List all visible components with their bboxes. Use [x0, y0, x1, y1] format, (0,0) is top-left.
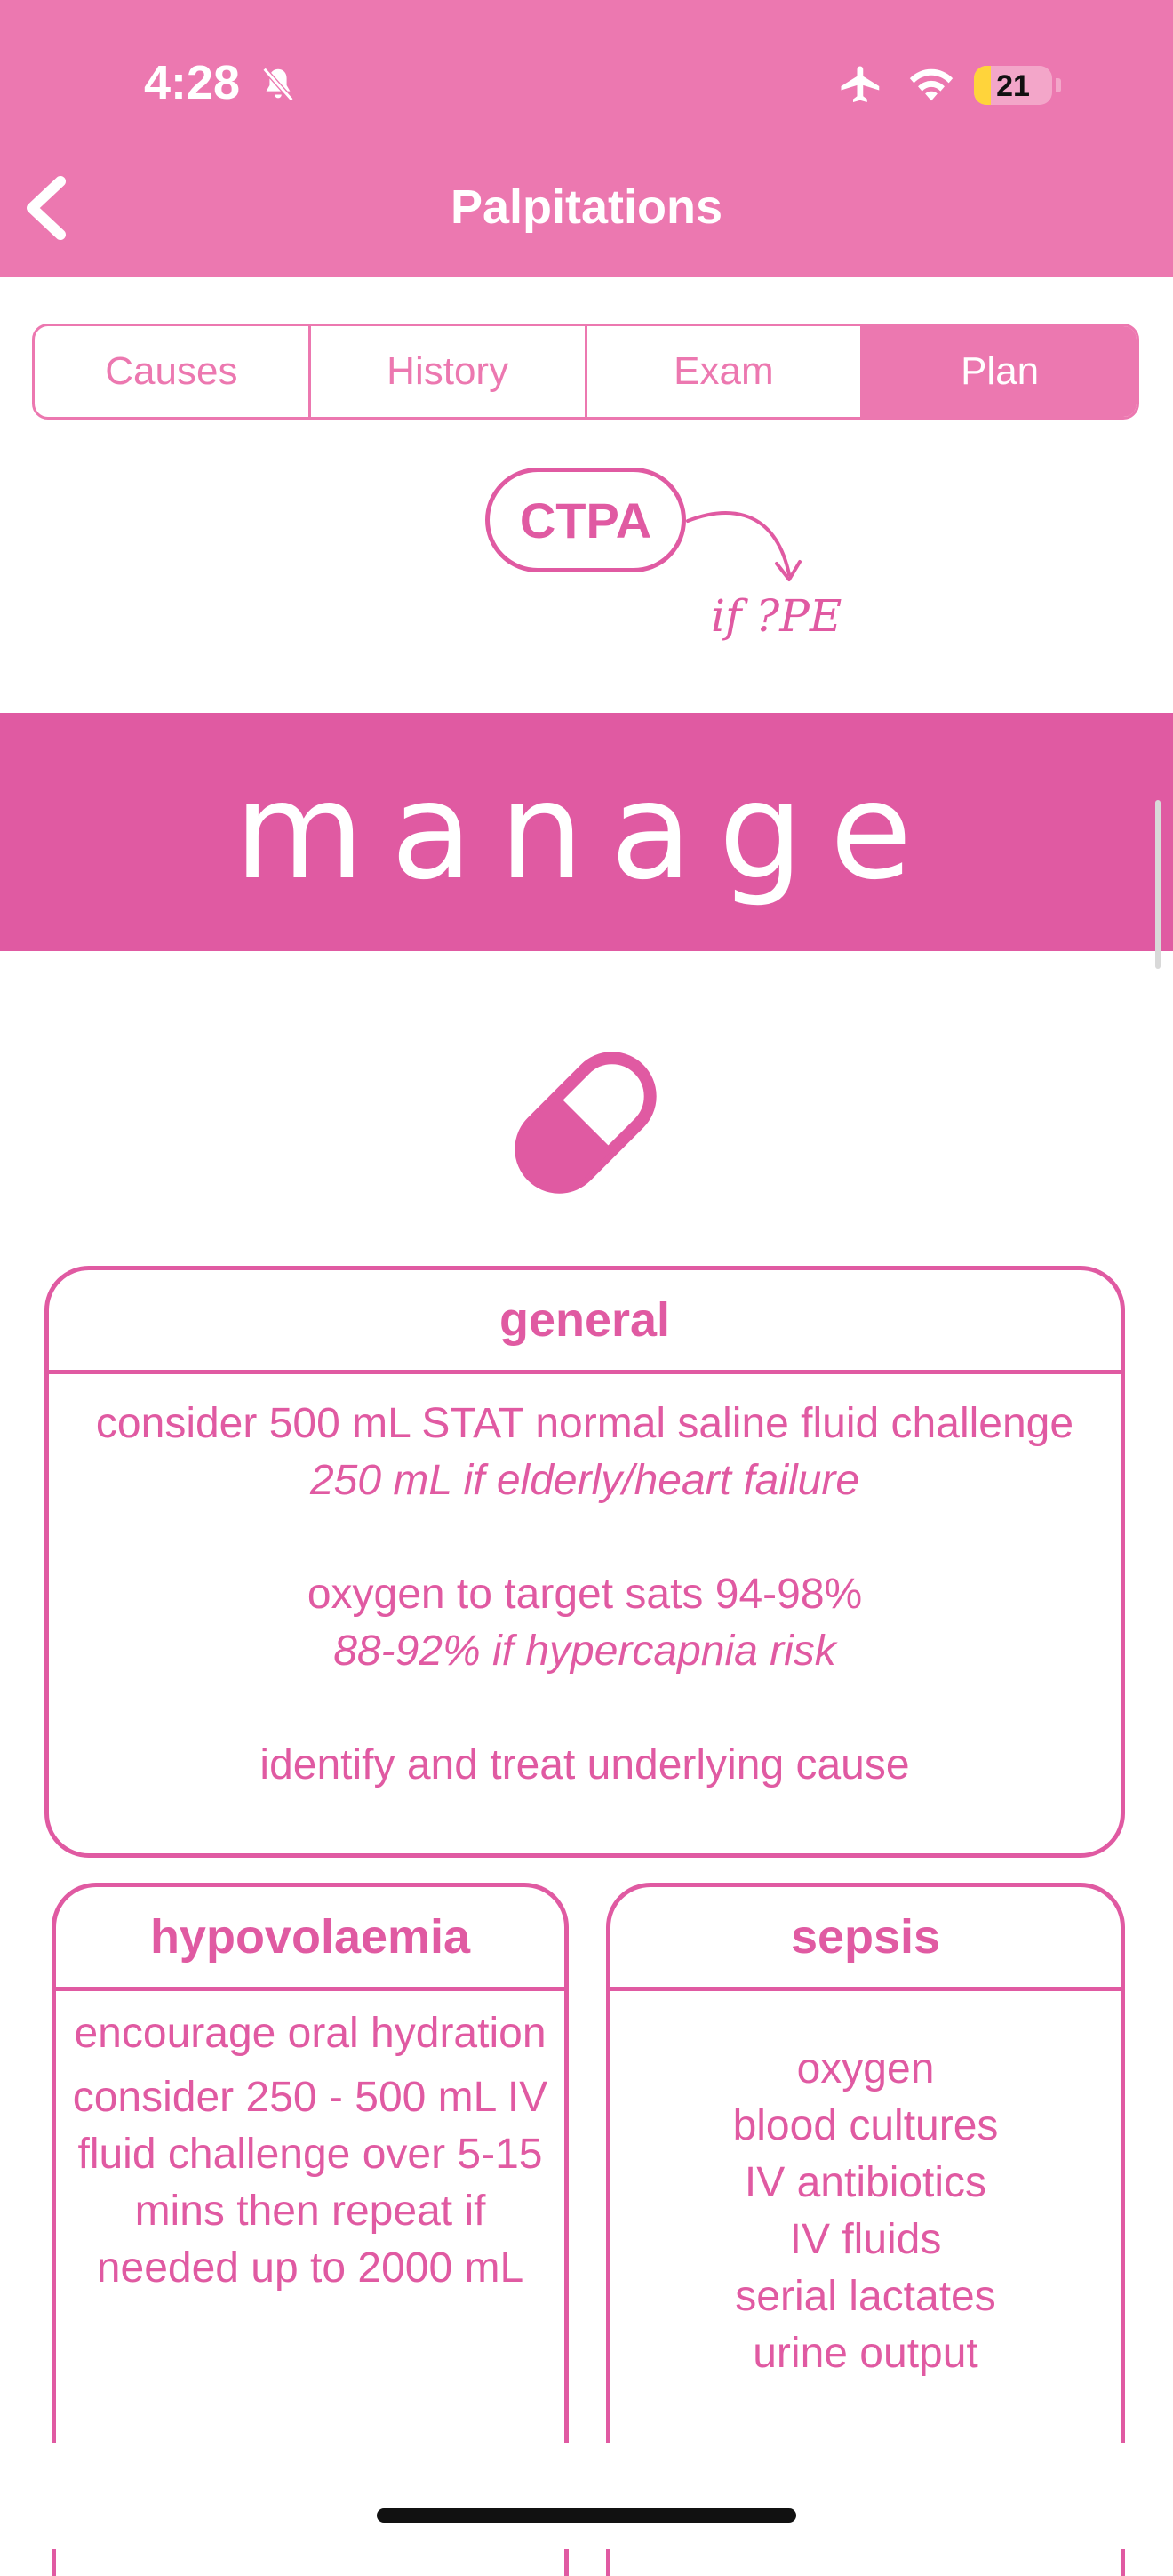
- general-body: consider 500 mL STAT normal saline fluid…: [49, 1374, 1121, 1794]
- tab-causes[interactable]: Causes: [35, 326, 311, 417]
- hypovolaemia-text-1: encourage oral hydration: [74, 2010, 547, 2057]
- sepsis-item: urine output: [753, 2330, 978, 2377]
- ctpa-pill: CTPA: [485, 468, 686, 572]
- battery-percentage: 21: [996, 69, 1030, 103]
- banner-title: manage: [234, 755, 939, 909]
- general-line-2-note: 88-92% if hypercapnia risk: [333, 1628, 836, 1675]
- nav-header: 4:28 21 Palpitations: [0, 0, 1173, 277]
- hypovolaemia-title: hypovolaemia: [56, 1887, 564, 1991]
- tab-exam[interactable]: Exam: [587, 326, 864, 417]
- scrollbar[interactable]: [1155, 800, 1161, 969]
- hypovolaemia-body: encourage oral hydration consider 250 - …: [56, 1991, 564, 2297]
- hypovolaemia-text-2: consider 250 - 500 mL IV fluid challenge…: [72, 2074, 548, 2292]
- ctpa-annotation: if ?PE: [711, 590, 842, 642]
- sepsis-title: sepsis: [610, 1887, 1121, 1991]
- general-line-3: identify and treat underlying cause: [259, 1741, 910, 1788]
- sepsis-item: IV fluids: [789, 2216, 942, 2263]
- home-indicator[interactable]: [377, 2508, 796, 2523]
- battery-icon: 21: [974, 66, 1052, 105]
- sepsis-item: oxygen: [796, 2045, 935, 2092]
- tab-plan[interactable]: Plan: [863, 326, 1137, 417]
- segmented-tabs: Causes History Exam Plan: [32, 324, 1139, 420]
- bottom-area: [0, 2443, 1173, 2549]
- sepsis-item: serial lactates: [735, 2273, 996, 2320]
- page-title: Palpitations: [450, 180, 723, 234]
- sepsis-item: IV antibiotics: [744, 2159, 987, 2206]
- sepsis-item: blood cultures: [732, 2102, 999, 2149]
- bell-slash-icon: [262, 67, 294, 102]
- wifi-icon: [909, 68, 954, 101]
- general-line-2: oxygen to target sats 94-98%: [307, 1571, 863, 1618]
- capsule-icon: [515, 1052, 657, 1194]
- tab-history[interactable]: History: [311, 326, 587, 417]
- status-time: 4:28: [144, 56, 241, 109]
- general-title: general: [49, 1270, 1121, 1374]
- curved-arrow-icon: [686, 511, 802, 581]
- section-banner: manage: [0, 713, 1173, 951]
- battery-nub: [1056, 78, 1061, 92]
- sepsis-body: oxygen blood cultures IV antibiotics IV …: [610, 1991, 1121, 2382]
- general-card: general consider 500 mL STAT normal sali…: [44, 1266, 1125, 1858]
- general-line-1-note: 250 mL if elderly/heart failure: [309, 1457, 860, 1504]
- airplane-icon: [841, 66, 880, 102]
- general-line-1: consider 500 mL STAT normal saline fluid…: [95, 1400, 1074, 1447]
